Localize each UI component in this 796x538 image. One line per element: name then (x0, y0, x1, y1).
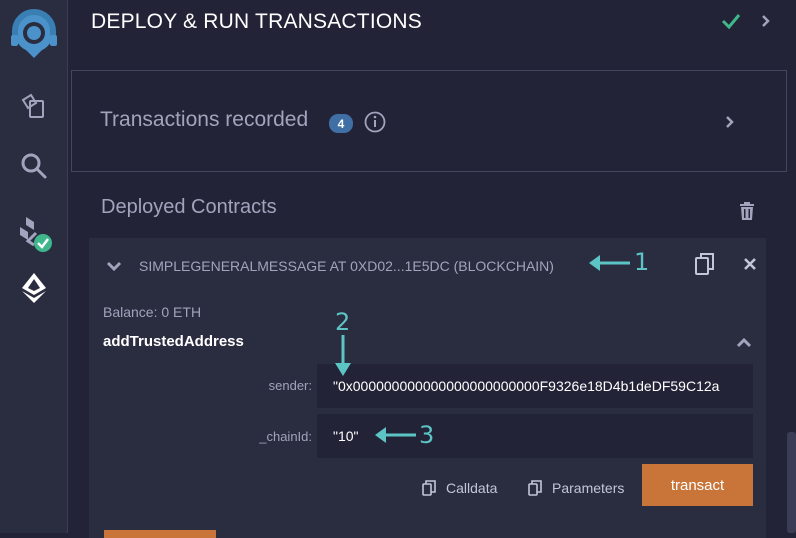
calldata-label: Calldata (446, 480, 498, 496)
copy-icon (528, 480, 542, 496)
function-name: addTrustedAddress (103, 333, 244, 350)
chevron-right-icon[interactable] (725, 115, 735, 134)
chevron-right-icon[interactable] (761, 14, 771, 33)
chevron-up-icon[interactable] (736, 336, 752, 354)
close-icon[interactable] (743, 257, 757, 276)
transactions-count-badge: 4 (329, 114, 353, 133)
transactions-recorded-section[interactable]: Transactions recorded 4 (71, 70, 787, 172)
search-icon[interactable] (0, 144, 68, 188)
file-explorer-icon[interactable] (0, 84, 68, 128)
annotation-label-2: 2 (335, 308, 351, 336)
contract-balance: Balance: 0 ETH (103, 304, 202, 320)
check-icon (721, 12, 741, 35)
annotation-label-3: 3 (419, 421, 435, 449)
annotation-arrow-3 (375, 427, 416, 443)
deployed-contracts-label: Deployed Contracts (101, 196, 277, 218)
transact-button[interactable]: transact (642, 464, 753, 506)
sender-input[interactable] (317, 364, 753, 408)
sender-label: sender: (268, 378, 312, 393)
chainid-label: _chainId: (259, 429, 312, 444)
annotation-arrow-1 (589, 255, 630, 271)
scrollbar-thumb[interactable] (787, 432, 796, 533)
contract-title[interactable]: SIMPLEGENERALMESSAGE AT 0XD02...1E5DC (B… (139, 258, 554, 274)
deploy-run-icon[interactable] (0, 266, 68, 310)
copy-icon (422, 480, 436, 496)
chevron-down-icon[interactable] (106, 259, 122, 277)
compiler-success-icon[interactable] (0, 208, 68, 258)
annotation-arrow-2 (335, 335, 351, 376)
remix-logo-icon[interactable] (0, 9, 68, 60)
trash-icon[interactable] (739, 202, 755, 225)
next-function-button-edge[interactable] (104, 530, 216, 538)
parameters-label: Parameters (552, 480, 625, 496)
deploy-run-panel: DEPLOY & RUN TRANSACTIONS Transactions r… (69, 0, 796, 538)
panel-header: DEPLOY & RUN TRANSACTIONS (69, 0, 796, 46)
parameters-button[interactable]: Parameters (528, 478, 624, 498)
calldata-button[interactable]: Calldata (422, 478, 497, 498)
deployed-contract-card: SIMPLEGENERALMESSAGE AT 0XD02...1E5DC (B… (89, 238, 766, 538)
annotation-label-1: 1 (634, 248, 650, 276)
transactions-recorded-label: Transactions recorded (100, 108, 309, 131)
icon-rail (0, 0, 68, 533)
page-title: DEPLOY & RUN TRANSACTIONS (91, 10, 422, 33)
info-icon[interactable] (364, 111, 386, 138)
copy-address-icon[interactable] (694, 252, 716, 281)
